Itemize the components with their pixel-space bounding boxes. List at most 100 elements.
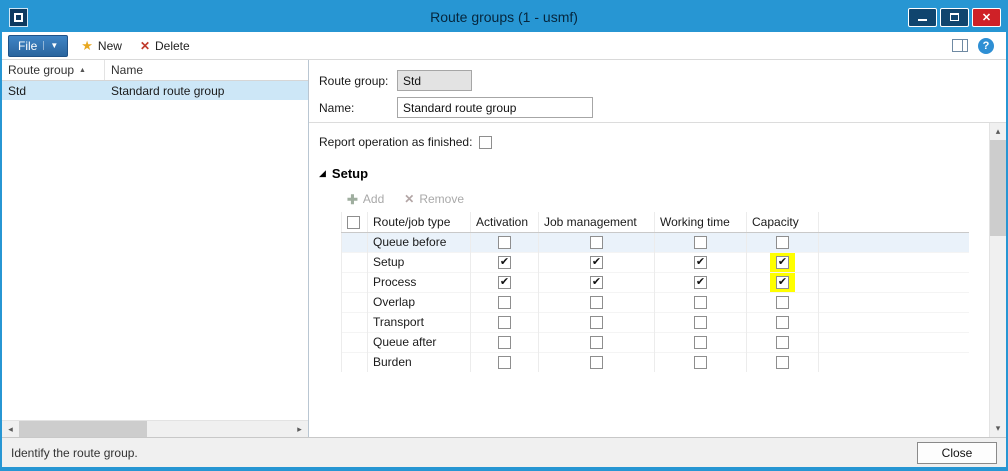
name-field[interactable] xyxy=(397,97,593,118)
activation-checkbox[interactable] xyxy=(498,336,511,349)
capacity-checkbox[interactable]: ✔ xyxy=(776,256,789,269)
activation-checkbox[interactable]: ✔ xyxy=(498,276,511,289)
route-group-field[interactable] xyxy=(397,70,472,91)
working-time-checkbox[interactable] xyxy=(694,316,707,329)
activation-checkbox[interactable] xyxy=(498,356,511,369)
capacity-checkbox[interactable] xyxy=(776,336,789,349)
row-selector-cell[interactable] xyxy=(342,232,368,252)
job-management-checkbox[interactable] xyxy=(590,236,603,249)
remove-button[interactable]: ✕ Remove xyxy=(404,192,464,206)
toolbar: File ▼ ★ New ✕ Delete ? xyxy=(2,32,1006,60)
route-job-type-cell: Transport xyxy=(368,312,471,332)
minimize-button[interactable] xyxy=(908,8,937,27)
job-management-cell xyxy=(539,232,655,252)
working-time-checkbox[interactable]: ✔ xyxy=(694,256,707,269)
job-management-checkbox[interactable] xyxy=(590,316,603,329)
add-plus-icon: ✚ xyxy=(347,193,358,206)
route-job-type-cell: Queue before xyxy=(368,232,471,252)
job-management-checkbox[interactable]: ✔ xyxy=(590,276,603,289)
working-time-cell xyxy=(655,332,747,352)
select-all-checkbox[interactable] xyxy=(347,216,360,229)
capacity-cell xyxy=(747,312,819,332)
setup-grid-row[interactable]: Queue after xyxy=(342,332,970,352)
capacity-checkbox[interactable] xyxy=(776,236,789,249)
yellow-highlight: ✔ xyxy=(770,253,795,272)
route-list-row[interactable]: StdStandard route group xyxy=(2,81,308,100)
app-icon xyxy=(9,8,28,27)
close-button[interactable]: ✕ xyxy=(972,8,1001,27)
horizontal-scrollbar[interactable]: ◂ ▸ xyxy=(2,420,308,437)
column-header-route-group[interactable]: Route group▲ xyxy=(2,60,105,80)
row-selector-cell[interactable] xyxy=(342,292,368,312)
activation-cell xyxy=(471,352,539,372)
working-time-checkbox[interactable] xyxy=(694,236,707,249)
row-selector-cell[interactable] xyxy=(342,352,368,372)
column-header-name[interactable]: Name xyxy=(105,63,308,77)
working-time-checkbox[interactable] xyxy=(694,336,707,349)
capacity-checkbox[interactable]: ✔ xyxy=(776,276,789,289)
scrollbar-track[interactable] xyxy=(147,421,291,437)
capacity-cell: ✔ xyxy=(747,272,819,292)
capacity-cell xyxy=(747,292,819,312)
job-management-checkbox[interactable] xyxy=(590,336,603,349)
setup-grid-row[interactable]: Overlap xyxy=(342,292,970,312)
capacity-checkbox[interactable] xyxy=(776,356,789,369)
working-time-checkbox[interactable] xyxy=(694,356,707,369)
scrollbar-thumb[interactable] xyxy=(19,421,147,437)
row-selector-cell[interactable] xyxy=(342,252,368,272)
activation-checkbox[interactable] xyxy=(498,316,511,329)
route-list-cell: Standard route group xyxy=(105,84,308,98)
setup-grid-row[interactable]: Transport xyxy=(342,312,970,332)
job-management-checkbox[interactable] xyxy=(590,356,603,369)
route-group-field-row: Route group: xyxy=(319,70,1006,91)
column-header-job-management[interactable]: Job management xyxy=(539,212,655,232)
scrollbar-track[interactable] xyxy=(990,236,1006,420)
working-time-checkbox[interactable]: ✔ xyxy=(694,276,707,289)
select-all-header-cell xyxy=(342,212,368,232)
capacity-checkbox[interactable] xyxy=(776,316,789,329)
column-header-activation[interactable]: Activation xyxy=(471,212,539,232)
new-button[interactable]: ★ New xyxy=(76,39,127,53)
add-button[interactable]: ✚ Add xyxy=(347,192,384,206)
file-menu-button[interactable]: File ▼ xyxy=(8,35,68,57)
working-time-checkbox[interactable] xyxy=(694,296,707,309)
window-layout-icon[interactable] xyxy=(952,39,968,52)
setup-section-header[interactable]: ◢ Setup xyxy=(319,166,989,181)
route-job-type-cell: Queue after xyxy=(368,332,471,352)
scroll-up-icon[interactable]: ▴ xyxy=(990,123,1006,140)
setup-grid-row[interactable]: Process✔✔✔✔ xyxy=(342,272,970,292)
setup-grid-row[interactable]: Burden xyxy=(342,352,970,372)
report-finished-checkbox[interactable] xyxy=(479,136,492,149)
working-time-cell xyxy=(655,352,747,372)
row-selector-cell[interactable] xyxy=(342,332,368,352)
capacity-cell: ✔ xyxy=(747,252,819,272)
setup-grid-row[interactable]: Setup✔✔✔✔ xyxy=(342,252,970,272)
activation-checkbox[interactable] xyxy=(498,296,511,309)
row-selector-cell[interactable] xyxy=(342,312,368,332)
delete-button[interactable]: ✕ Delete xyxy=(135,39,195,53)
capacity-checkbox[interactable] xyxy=(776,296,789,309)
column-header-route-job-type[interactable]: Route/job type xyxy=(368,212,471,232)
capacity-cell xyxy=(747,352,819,372)
row-selector-cell[interactable] xyxy=(342,272,368,292)
job-management-checkbox[interactable] xyxy=(590,296,603,309)
toolbar-right: ? xyxy=(952,38,994,54)
scroll-right-icon[interactable]: ▸ xyxy=(291,421,308,437)
close-form-button[interactable]: Close xyxy=(917,442,997,464)
scroll-left-icon[interactable]: ◂ xyxy=(2,421,19,437)
activation-checkbox[interactable]: ✔ xyxy=(498,256,511,269)
scrollbar-thumb[interactable] xyxy=(990,140,1006,236)
setup-grid-body: Queue beforeSetup✔✔✔✔Process✔✔✔✔OverlapT… xyxy=(342,232,970,372)
job-management-checkbox[interactable]: ✔ xyxy=(590,256,603,269)
vertical-scrollbar[interactable]: ▴ ▾ xyxy=(989,123,1006,437)
maximize-button[interactable] xyxy=(940,8,969,27)
column-header-working-time[interactable]: Working time xyxy=(655,212,747,232)
route-job-type-cell: Burden xyxy=(368,352,471,372)
setup-grid-row[interactable]: Queue before xyxy=(342,232,970,252)
activation-cell xyxy=(471,232,539,252)
filler-cell xyxy=(819,352,970,372)
activation-checkbox[interactable] xyxy=(498,236,511,249)
help-icon[interactable]: ? xyxy=(978,38,994,54)
scroll-down-icon[interactable]: ▾ xyxy=(990,420,1006,437)
column-header-capacity[interactable]: Capacity xyxy=(747,212,819,232)
